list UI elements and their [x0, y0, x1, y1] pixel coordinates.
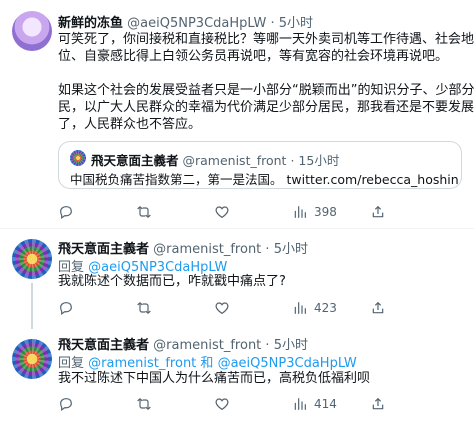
views-icon: [294, 206, 306, 218]
views-button[interactable]: 398: [292, 203, 337, 221]
tweet-actions: 398: [58, 203, 466, 221]
views-count: 398: [314, 205, 337, 219]
tweet-text-line: 民，以广大人民群众的幸福为代价满足少部分居民，那我看还是不要发展: [58, 100, 474, 115]
separator-dot: ·: [265, 242, 270, 257]
quoted-header: 飛天意面主義者 @ramenist_front · 15小时: [91, 150, 339, 169]
thread-connector-line: [31, 283, 33, 329]
avatar[interactable]: [12, 239, 52, 279]
like-button[interactable]: [214, 203, 230, 221]
views-count: 414: [314, 397, 337, 411]
views-count: 423: [314, 301, 337, 315]
views-button[interactable]: 414: [292, 395, 337, 413]
reply-icon: [60, 398, 72, 412]
like-button[interactable]: [214, 299, 230, 317]
user-handle[interactable]: @aeiQ5NP3CdaHpLW: [127, 16, 266, 31]
tweet-text: 可笑死了，你间接税和直接税比？等哪一天外卖司机等工作待遇、社会地 位、自豪感比得…: [58, 31, 474, 133]
heart-icon: [215, 206, 229, 219]
tweet-text-line: 我不过陈述下中国人为什么痛苦而已，高税负低福利呗: [58, 371, 371, 386]
display-name[interactable]: 飛天意面主義者: [58, 242, 149, 257]
views-icon: [294, 398, 306, 410]
reply-button[interactable]: [58, 395, 74, 413]
tweet-text: 我就陈述个数据而已，咋就戳中痛点了?: [58, 273, 286, 290]
retweet-button[interactable]: [136, 299, 152, 317]
avatar[interactable]: [12, 339, 52, 379]
reply-mention-link[interactable]: @ramenist_front: [88, 356, 196, 371]
tweet-2[interactable]: 飛天意面主義者 @ramenist_front · 5小时 回复 @aeiQ5N…: [0, 229, 474, 329]
tweet-text-line: 如果这个社会的发展受益者只是一小部分“脱颖而出”的知识分子、少部分居: [58, 83, 474, 98]
tweet-text: 我不过陈述下中国人为什么痛苦而已，高税负低福利呗: [58, 370, 370, 387]
tweet-text-line: 了，人民群众也不答应。: [58, 117, 202, 132]
user-handle[interactable]: @ramenist_front: [153, 338, 261, 353]
tweet-text-line: 可笑死了，你间接税和直接税比？等哪一天外卖司机等工作待遇、社会地: [58, 32, 474, 47]
views-button[interactable]: 423: [292, 299, 337, 317]
timestamp[interactable]: 5小时: [279, 16, 313, 31]
share-button[interactable]: [370, 203, 386, 221]
tweet-text-line: 位、自豪感比得上白领公务员再说吧，等有宽容的社会环境再说吧。: [58, 49, 449, 64]
quoted-timestamp: 15小时: [298, 153, 340, 168]
reply-button[interactable]: [58, 299, 74, 317]
retweet-button[interactable]: [136, 203, 152, 221]
quoted-text: 中国税负痛苦指数第二，第一是法国。 twitter.com/rebecca_ho…: [70, 172, 458, 187]
display-name[interactable]: 新鲜的冻鱼: [58, 16, 123, 31]
quoted-tweet[interactable]: 飛天意面主義者 @ramenist_front · 15小时 中国税负痛苦指数第…: [58, 141, 462, 189]
reply-button[interactable]: [58, 203, 74, 221]
retweet-icon: [137, 206, 151, 218]
heart-icon: [215, 302, 229, 315]
timestamp[interactable]: 5小时: [274, 338, 308, 353]
tweet-actions: 414: [58, 395, 466, 413]
like-button[interactable]: [214, 395, 230, 413]
views-icon: [294, 302, 306, 314]
tweet-text-line: [58, 65, 474, 82]
user-handle[interactable]: @ramenist_front: [153, 242, 261, 257]
retweet-button[interactable]: [136, 395, 152, 413]
quoted-avatar: [70, 150, 86, 166]
share-icon: [372, 397, 384, 410]
quoted-handle: @ramenist_front: [182, 153, 287, 168]
tweet-1[interactable]: 新鲜的冻鱼 @aeiQ5NP3CdaHpLW · 5小时 可笑死了，你间接税和直…: [0, 0, 474, 230]
retweet-icon: [137, 398, 151, 410]
tweet-3[interactable]: 飛天意面主義者 @ramenist_front · 5小时 回复 @rameni…: [0, 329, 474, 428]
tweet-text-line: 我就陈述个数据而已，咋就戳中痛点了?: [58, 274, 286, 289]
reply-mention-link[interactable]: @aeiQ5NP3CdaHpLW: [218, 356, 357, 371]
reply-icon: [60, 302, 72, 316]
tweet-header: 飛天意面主義者 @ramenist_front · 5小时: [58, 334, 308, 353]
timestamp[interactable]: 5小时: [274, 242, 308, 257]
avatar[interactable]: [12, 11, 52, 51]
share-button[interactable]: [370, 299, 386, 317]
separator-dot: ·: [270, 16, 275, 31]
display-name[interactable]: 飛天意面主義者: [58, 338, 149, 353]
reply-prefix: 回复: [58, 356, 85, 371]
reply-icon: [60, 206, 72, 220]
tweet-actions: 423: [58, 299, 466, 317]
reply-and-word: 和: [200, 356, 214, 371]
heart-icon: [215, 398, 229, 411]
tweet-header: 新鲜的冻鱼 @aeiQ5NP3CdaHpLW · 5小时: [58, 12, 313, 31]
share-icon: [372, 301, 384, 314]
retweet-icon: [137, 302, 151, 314]
share-icon: [372, 205, 384, 218]
reply-context: 回复 @ramenist_front 和 @aeiQ5NP3CdaHpLW: [58, 352, 357, 371]
quoted-display-name: 飛天意面主義者: [91, 153, 179, 168]
tweet-header: 飛天意面主義者 @ramenist_front · 5小时: [58, 238, 308, 257]
separator-dot: ·: [265, 338, 270, 353]
share-button[interactable]: [370, 395, 386, 413]
separator-dot: ·: [290, 153, 295, 168]
